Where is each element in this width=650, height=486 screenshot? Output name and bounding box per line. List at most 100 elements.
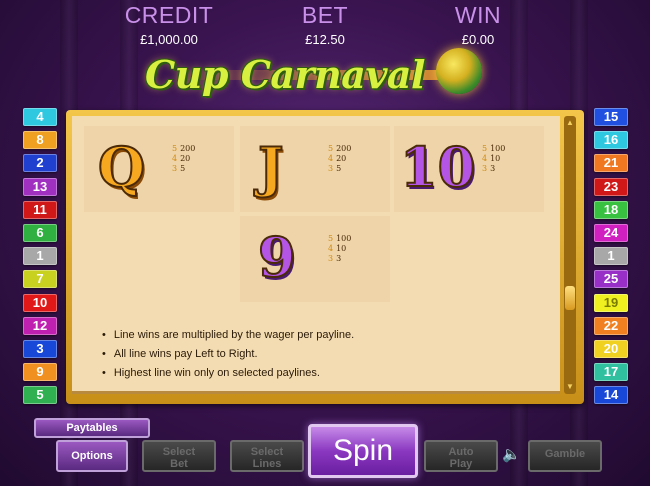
symbol-glyph: 9: [257, 224, 297, 290]
payout-amount: 10: [336, 244, 347, 253]
payline-badge[interactable]: 1: [594, 247, 628, 266]
select-lines-button[interactable]: Select Lines: [230, 440, 304, 472]
payout-amount: 5: [336, 164, 342, 173]
payout-amount: 100: [336, 234, 352, 243]
horizontal-scrollbar[interactable]: [72, 391, 560, 394]
payout-amount: 5: [180, 164, 186, 173]
paytable-symbol-cell: J 5 200 4 20 3 5: [240, 126, 390, 212]
payline-badge[interactable]: 24: [594, 224, 628, 242]
win-label: WIN: [454, 2, 502, 28]
rule-item: Highest line win only on selected paylin…: [102, 364, 354, 383]
payout-amount: 20: [180, 154, 191, 163]
paytables-button[interactable]: Paytables: [34, 418, 150, 438]
speaker-icon[interactable]: 🔈: [502, 446, 524, 464]
payout-amount: 10: [490, 154, 501, 163]
paytable-symbol-cell: Q 5 200 4 20 3 5: [84, 126, 234, 212]
payline-badge[interactable]: 15: [594, 108, 628, 126]
payout-row: 4 20: [328, 154, 351, 164]
payout-row: 4 20: [172, 154, 195, 164]
payline-badge[interactable]: 20: [594, 340, 628, 358]
paytable-content: Q 5 200 4 20 3 5 J 5 200 4 20 3 5 10 5 100 4 10 3 3 9 5 100 4 10 3…: [72, 116, 560, 394]
select-bet-button[interactable]: Select Bet: [142, 440, 216, 472]
payline-badge[interactable]: 6: [23, 224, 57, 242]
payout-count: 5: [328, 234, 334, 243]
payout-count: 5: [172, 144, 178, 153]
payout-row: 33: [482, 164, 505, 174]
payline-badge[interactable]: 11: [23, 200, 57, 219]
payout-row: 4 10: [328, 244, 351, 254]
logo-title: Cup Carnaval: [145, 52, 425, 97]
auto-play-button[interactable]: Auto Play: [424, 440, 498, 472]
payline-badge[interactable]: 14: [594, 386, 628, 405]
payline-badge[interactable]: 12: [23, 316, 57, 335]
payout-row: 5 100: [328, 234, 351, 244]
payout-row: 33: [328, 254, 351, 264]
gamble-button[interactable]: Gamble: [528, 440, 602, 472]
options-button[interactable]: Options: [56, 440, 128, 472]
payout-count: 3: [482, 164, 488, 173]
payline-badge[interactable]: 7: [23, 270, 57, 289]
paytable-rules: Line wins are multiplied by the wager pe…: [102, 326, 354, 383]
payline-badge[interactable]: 18: [594, 200, 628, 219]
payout-count: 3: [172, 164, 178, 173]
scroll-down-icon[interactable]: ▼: [565, 382, 575, 392]
payline-badge[interactable]: 10: [23, 293, 57, 312]
payline-badge[interactable]: 22: [594, 316, 628, 335]
payout-amount: 100: [490, 144, 506, 153]
payout-amount: 200: [336, 144, 352, 153]
game-logo: Cup Carnaval: [130, 46, 490, 106]
payout-amount: 200: [180, 144, 196, 153]
payout-count: 4: [328, 154, 334, 163]
payout-count: 5: [482, 144, 488, 153]
payout-list: 5 200 4 20 3 5: [328, 144, 351, 174]
payline-badge[interactable]: 13: [23, 177, 57, 196]
payline-badge[interactable]: 16: [594, 131, 628, 150]
payline-badge[interactable]: 3: [23, 340, 57, 358]
payout-row: 5 100: [482, 144, 505, 154]
payout-count: 4: [328, 244, 334, 253]
payline-badge[interactable]: 23: [594, 177, 628, 196]
payline-badge[interactable]: 1: [23, 247, 57, 266]
spin-button[interactable]: Spin: [308, 424, 418, 478]
payout-list: 5 100 4 10 3 3: [328, 234, 351, 264]
symbol-glyph: J: [257, 134, 285, 200]
payout-count: 5: [328, 144, 334, 153]
payout-row: 35: [328, 164, 351, 174]
payline-badge[interactable]: 4: [23, 108, 57, 126]
payout-list: 5 200 4 20 3 5: [172, 144, 195, 174]
scroll-thumb[interactable]: [565, 286, 575, 310]
rule-item: All line wins pay Left to Right.: [102, 345, 354, 364]
credit-display: CREDIT £1,000.00: [104, 2, 234, 48]
payout-count: 4: [172, 154, 178, 163]
payout-row: 5 200: [172, 144, 195, 154]
paytable-scrollbar[interactable]: ▲ ▼: [564, 116, 576, 394]
payout-count: 4: [482, 154, 488, 163]
payout-row: 4 10: [482, 154, 505, 164]
payout-row: 5 200: [328, 144, 351, 154]
credit-label: CREDIT: [124, 2, 214, 28]
payout-count: 3: [328, 164, 334, 173]
symbol-glyph: Q: [97, 134, 146, 200]
scroll-up-icon[interactable]: ▲: [565, 118, 575, 128]
payline-badge[interactable]: 9: [23, 363, 57, 382]
bet-label: BET: [301, 2, 349, 28]
win-display: WIN £0.00: [413, 2, 543, 48]
payout-amount: 3: [336, 254, 342, 263]
payout-row: 35: [172, 164, 195, 174]
payout-amount: 3: [490, 164, 496, 173]
paytable-panel: Q 5 200 4 20 3 5 J 5 200 4 20 3 5 10 5 100 4 10 3 3 9 5 100 4 10 3…: [66, 110, 584, 404]
bet-display: BET £12.50: [260, 2, 390, 48]
paytable-symbol-cell: 10 5 100 4 10 3 3: [394, 126, 544, 212]
payout-count: 3: [328, 254, 334, 263]
payline-badge[interactable]: 19: [594, 293, 628, 312]
payline-badge[interactable]: 2: [23, 154, 57, 173]
payline-badge[interactable]: 21: [594, 154, 628, 173]
symbol-glyph: 10: [399, 134, 476, 200]
payout-list: 5 100 4 10 3 3: [482, 144, 505, 174]
payline-badge[interactable]: 5: [23, 386, 57, 405]
payline-badge[interactable]: 17: [594, 363, 628, 382]
payline-badge[interactable]: 25: [594, 270, 628, 289]
payout-amount: 20: [336, 154, 347, 163]
rule-item: Line wins are multiplied by the wager pe…: [102, 326, 354, 345]
payline-badge[interactable]: 8: [23, 131, 57, 150]
